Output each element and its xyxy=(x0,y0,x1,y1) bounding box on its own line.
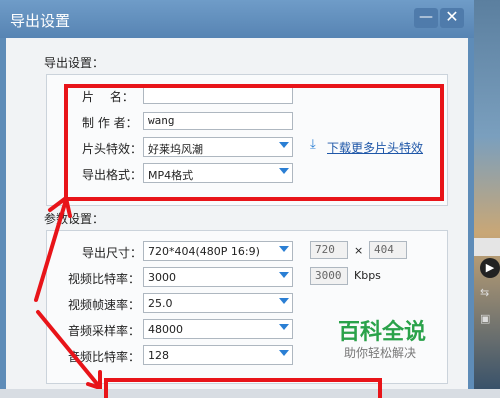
arrow-line-up xyxy=(34,198,68,302)
watermark-subtitle: 助你轻松解决 xyxy=(344,346,417,360)
watermark-title: 百科全说 xyxy=(338,320,427,345)
arrow-line-down xyxy=(36,310,100,387)
